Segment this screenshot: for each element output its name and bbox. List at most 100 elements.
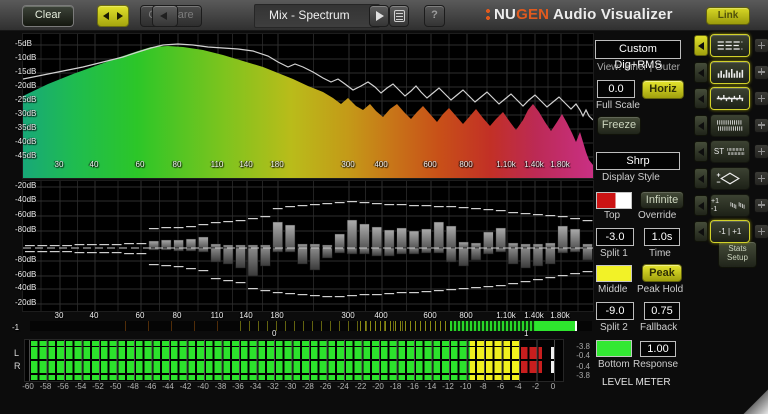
spectrum-db-label: -40dB xyxy=(15,137,37,146)
help-button[interactable]: ? xyxy=(424,5,445,27)
spectrogram-half-icon xyxy=(727,148,745,156)
preset-next-button[interactable] xyxy=(369,5,389,27)
spectrum-freq-label: 40 xyxy=(89,160,99,169)
link-button[interactable]: Link xyxy=(706,7,750,25)
difference-db-label: -80dB xyxy=(15,255,37,264)
view-trace[interactable] xyxy=(710,34,750,57)
view-correlation-meter[interactable]: -1 | +1 xyxy=(710,220,750,244)
vectorscope-icon xyxy=(716,172,740,185)
meter-scale-label: -8 xyxy=(479,382,487,391)
difference-freq-label: 180 xyxy=(270,311,284,320)
view-spectrogram[interactable] xyxy=(710,113,750,137)
difference-db-label: -60dB xyxy=(15,270,37,279)
spectrum-db-label: -35dB xyxy=(15,123,37,132)
peak-hold-label: Peak Hold xyxy=(637,284,684,295)
difference-db-label: -80dB xyxy=(15,225,37,234)
view-diff-bars[interactable] xyxy=(710,87,750,111)
meter-scale-label: -28 xyxy=(302,382,314,391)
nav-left-button[interactable] xyxy=(694,168,708,189)
preset-list-button[interactable] xyxy=(389,5,409,27)
split1-value[interactable]: -3.0 xyxy=(596,228,634,246)
strip-row xyxy=(694,113,768,137)
preset-prev-button[interactable] xyxy=(152,5,178,27)
meter-scale-label: -10 xyxy=(459,382,472,391)
top-color-swatch[interactable] xyxy=(596,192,632,209)
nav-left-button[interactable] xyxy=(694,114,708,136)
display-style-select[interactable]: Shrp xyxy=(596,152,680,170)
view-bar-spectrum[interactable] xyxy=(710,60,750,84)
meter-scale-label: -48 xyxy=(127,382,139,391)
difference-db-label: -20dB xyxy=(15,298,37,307)
add-view-button[interactable] xyxy=(754,171,768,186)
difference-freq-label: 110 xyxy=(210,311,224,320)
freeze-button[interactable]: Freeze xyxy=(597,116,641,135)
view-correlation-history[interactable]: +1 -1 xyxy=(710,193,750,217)
display-style-label: Display Style xyxy=(602,172,660,183)
clear-button[interactable]: Clear xyxy=(22,5,74,27)
spectrum-freq-label: 600 xyxy=(423,160,437,169)
spectrogram-icon xyxy=(717,120,743,131)
add-view-button[interactable] xyxy=(754,91,768,107)
stats-setup-button[interactable]: Stats Setup xyxy=(718,241,757,268)
meter-bar-right xyxy=(29,361,542,373)
meter-readout: -3.8 xyxy=(576,371,590,380)
split2-value[interactable]: -9.0 xyxy=(596,302,634,320)
difference-freq-label: 40 xyxy=(89,311,99,320)
full-scale-value[interactable]: 0.0 xyxy=(597,80,635,98)
meter-mode-select[interactable]: Custom Dig+RMS xyxy=(595,40,681,71)
corr-history-icon xyxy=(730,201,745,209)
right-arrow-icon xyxy=(117,12,123,20)
list-icon xyxy=(394,10,405,22)
meter-scale-label: 0 xyxy=(550,382,556,391)
spectrum-db-label: -5dB xyxy=(15,39,32,48)
chevron-left-icon xyxy=(698,95,704,104)
spectrum-freq-label: 1.80k xyxy=(550,160,570,169)
swap-arrows-button[interactable] xyxy=(97,5,129,27)
bottom-color-swatch[interactable] xyxy=(596,340,632,357)
add-view-button[interactable] xyxy=(754,197,768,213)
bottom-label: Bottom xyxy=(598,359,630,370)
meter-scale-label: -12 xyxy=(442,382,454,391)
nav-left-button[interactable] xyxy=(694,141,708,163)
difference-db-label: -40dB xyxy=(15,283,37,292)
meter-scale-label: -36 xyxy=(232,382,244,391)
nav-left-button[interactable] xyxy=(694,88,708,110)
infinite-button[interactable]: Infinite xyxy=(640,191,684,209)
add-view-button[interactable] xyxy=(754,144,768,160)
horiz-button[interactable]: Horiz xyxy=(642,80,684,99)
nav-left-button[interactable] xyxy=(694,61,708,83)
difference-freq-label: 800 xyxy=(459,311,473,320)
stats-label-1: Stats xyxy=(728,244,747,253)
nav-left-button[interactable] xyxy=(694,194,708,216)
strip-row: -1 | +1 xyxy=(694,220,768,244)
spectrum-freq-label: 180 xyxy=(270,160,284,169)
nav-left-button[interactable] xyxy=(694,35,708,56)
spectrum-freq-label: 1.10k xyxy=(496,160,516,169)
meter-scale-label: -46 xyxy=(144,382,157,391)
add-view-button[interactable] xyxy=(754,224,768,240)
time-value[interactable]: 1.0s xyxy=(644,228,680,246)
level-meter-title: LEVEL METER xyxy=(602,377,671,388)
preset-selector[interactable]: Mix - Spectrum xyxy=(254,4,380,28)
meter-scale-label: -44 xyxy=(162,382,174,391)
peak-marker-left xyxy=(550,347,554,359)
peak-button[interactable]: Peak xyxy=(642,264,682,282)
add-view-button[interactable] xyxy=(754,64,768,80)
middle-color-swatch[interactable] xyxy=(596,265,632,282)
nav-left-button[interactable] xyxy=(694,221,708,243)
view-mode-label: View: Inner | Outer xyxy=(597,62,681,73)
fallback-value[interactable]: 0.75 xyxy=(644,302,680,320)
add-view-button[interactable] xyxy=(754,38,768,53)
view-stereo-spectrogram[interactable]: ST xyxy=(710,140,750,164)
centered-bars-icon xyxy=(716,95,744,103)
difference-freq-label: 1.10k xyxy=(496,311,516,320)
view-button-strip: Stats Setup ST +1 -1 -1 | +1 xyxy=(694,34,768,304)
spectrum-db-label: -15dB xyxy=(15,67,37,76)
response-value[interactable]: 1.00 xyxy=(640,341,676,357)
meter-strip-left xyxy=(29,341,519,346)
add-view-button[interactable] xyxy=(754,117,768,133)
view-vectorscope[interactable] xyxy=(710,167,750,190)
meter-scale-label: -20 xyxy=(372,382,384,391)
meter-scale-label: -26 xyxy=(319,382,332,391)
meter-channel-left-label: L xyxy=(14,348,20,358)
